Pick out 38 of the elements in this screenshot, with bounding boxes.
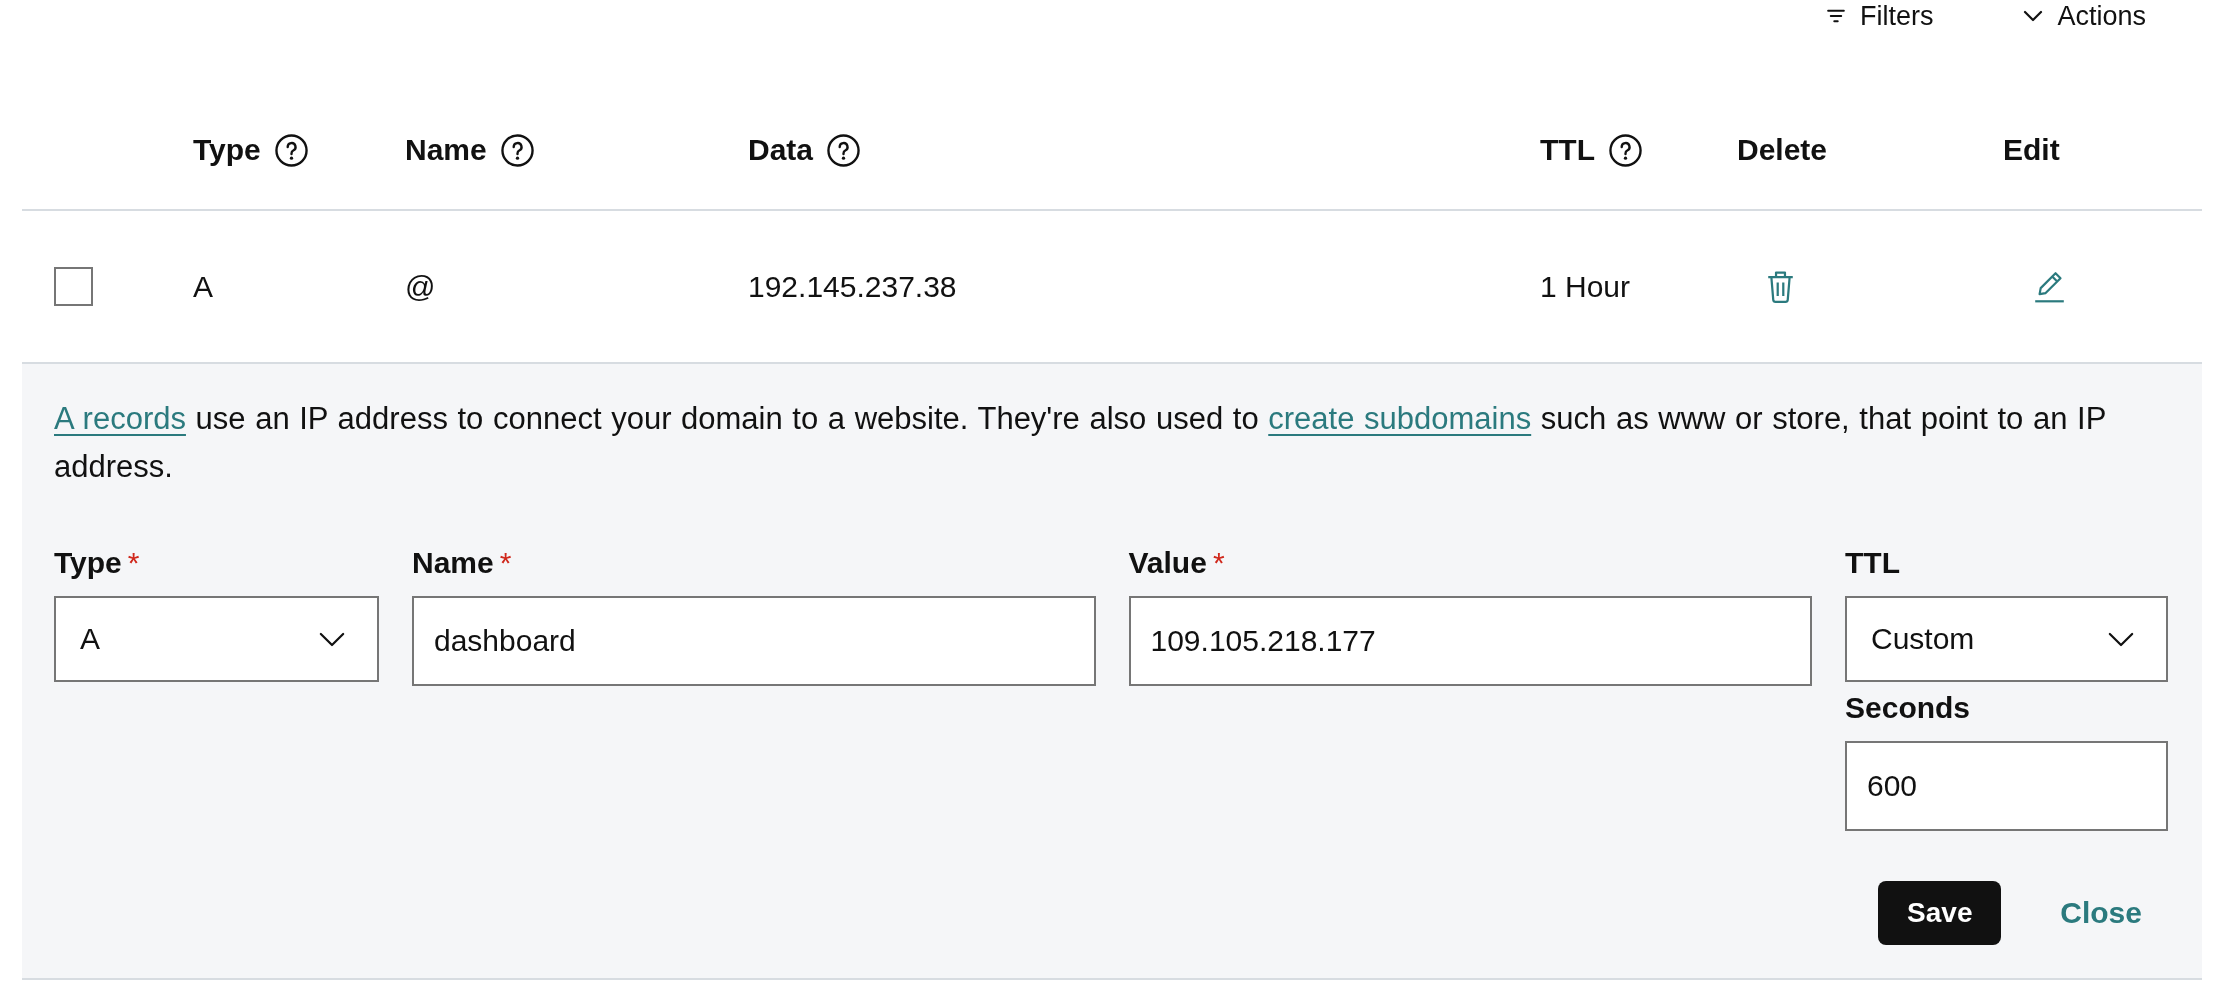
filter-icon	[1825, 9, 1846, 23]
filters-button[interactable]: Filters	[1825, 0, 1934, 32]
field-label: Seconds	[1845, 690, 1971, 726]
chevron-down-icon	[2108, 631, 2134, 647]
description-text: A records use an IP address to connect your domain to a website. They're also used to create subdomains such as www or store, that point to an IP address.	[54, 400, 2107, 486]
field-label: Name *	[412, 545, 512, 581]
column-header: Name	[405, 132, 487, 168]
row-checkbox[interactable]	[54, 267, 93, 306]
inline-link[interactable]: A records	[54, 401, 186, 436]
actions-button[interactable]: Actions	[2023, 0, 2146, 32]
table-cell: A	[193, 268, 213, 305]
field-label: TTL	[1845, 545, 1900, 581]
help-icon[interactable]	[500, 133, 534, 167]
seconds-field[interactable]: 600	[1845, 741, 2168, 831]
help-icon[interactable]	[827, 133, 861, 167]
column-header: Type	[193, 132, 261, 168]
select-field[interactable]: Custom	[1845, 596, 2168, 682]
select-field[interactable]: A	[54, 596, 379, 682]
table-cell: 192.145.237.38	[748, 268, 957, 305]
help-icon[interactable]	[1609, 133, 1642, 167]
field-label: Value *	[1128, 545, 1225, 581]
help-icon[interactable]	[274, 133, 308, 167]
chevron-down-icon	[319, 631, 345, 647]
column-header: Delete	[1737, 132, 1828, 168]
save-button[interactable]: Save	[1878, 881, 2002, 945]
pencil-icon[interactable]	[2033, 269, 2066, 304]
table-cell: 1 Hour	[1540, 268, 1631, 305]
column-header: Data	[748, 132, 814, 168]
table-cell: @	[405, 268, 436, 305]
column-header: TTL	[1540, 132, 1595, 168]
field-label: Type *	[54, 545, 140, 581]
chevron-down-icon	[2023, 9, 2044, 23]
column-header: Edit	[2003, 132, 2060, 168]
trash-icon[interactable]	[1766, 269, 1795, 304]
text-field[interactable]: 109.105.218.177	[1128, 596, 1812, 686]
text-field[interactable]: dashboard	[412, 596, 1096, 686]
inline-link[interactable]: create subdomains	[1268, 401, 1532, 436]
close-button[interactable]: Close	[2056, 893, 2146, 933]
